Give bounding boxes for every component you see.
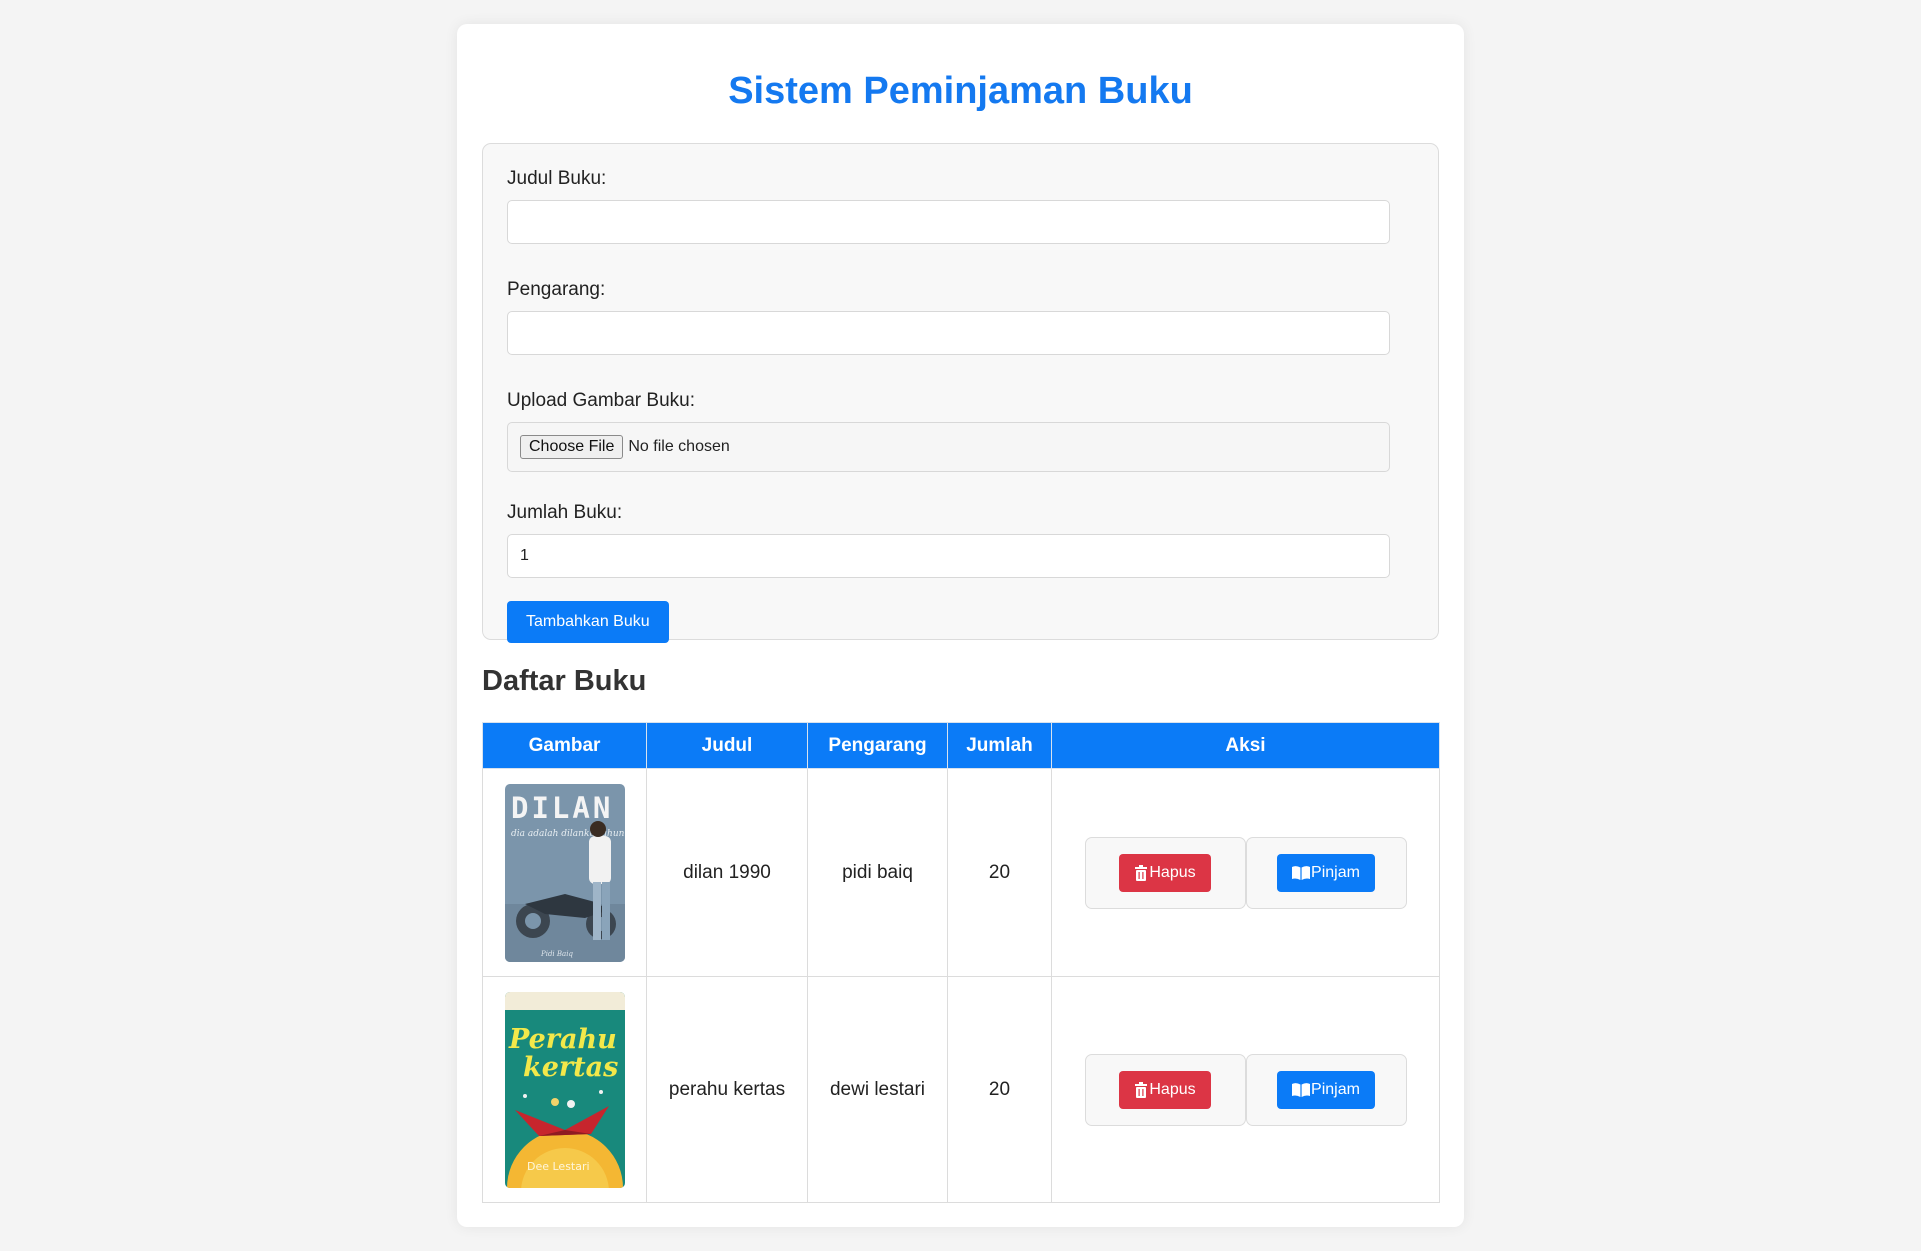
- trash-icon: [1135, 1081, 1148, 1098]
- file-status: No file chosen: [628, 438, 730, 455]
- perahu-cover-title-1: Perahu: [508, 1024, 617, 1055]
- main-card: Sistem Peminjaman Buku Judul Buku: Penga…: [457, 24, 1464, 1227]
- pengarang-cell: dewi lestari: [807, 976, 948, 1203]
- hapus-button[interactable]: Hapus: [1119, 1070, 1211, 1109]
- page-title: Sistem Peminjaman Buku: [728, 70, 1193, 112]
- table-row: DILAN dia adalah dilanku tahun 1990 Pidi…: [482, 768, 1440, 977]
- add-book-form: Judul Buku: Pengarang: Upload Gambar Buk…: [482, 143, 1439, 643]
- perahu-kertas-cover-art: Perahu kertas Dee Lestari: [504, 991, 625, 1188]
- hapus-form: Hapus: [1084, 836, 1246, 909]
- table-row: Perahu kertas Dee Lestari perahu kertas: [482, 976, 1440, 1203]
- dilan-cover-signature: Pidi Baiq: [540, 950, 573, 958]
- perahu-cover-author: Dee Lestari: [527, 1160, 590, 1173]
- pinjam-label: Pinjam: [1311, 863, 1360, 881]
- pinjam-form: Pinjam: [1245, 836, 1407, 909]
- pengarang-input[interactable]: [507, 311, 1390, 355]
- book-cover-image: Perahu kertas Dee Lestari: [504, 991, 625, 1188]
- action-group: Hapus Pinjam: [1052, 1053, 1439, 1126]
- add-book-button[interactable]: Tambahkan Buku: [507, 601, 669, 643]
- pinjam-button[interactable]: Pinjam: [1277, 853, 1375, 892]
- judul-cell: dilan 1990: [646, 768, 808, 977]
- col-aksi: Aksi: [1051, 722, 1440, 769]
- hapus-label: Hapus: [1149, 1080, 1196, 1098]
- pinjam-form: Pinjam: [1245, 1053, 1407, 1126]
- dilan-cover-title: DILAN: [511, 791, 613, 825]
- pengarang-group: Pengarang:: [507, 279, 1390, 355]
- pinjam-button[interactable]: Pinjam: [1277, 1070, 1375, 1109]
- action-group: Hapus Pinjam: [1052, 836, 1439, 909]
- pengarang-cell: pidi baiq: [807, 768, 948, 977]
- judul-input[interactable]: [507, 200, 1390, 244]
- book-table: Gambar Judul Pengarang Jumlah Aksi DILAN…: [482, 722, 1440, 1203]
- book-open-icon: [1292, 865, 1311, 880]
- cover-cell: DILAN dia adalah dilanku tahun 1990 Pidi…: [482, 768, 647, 977]
- hapus-button[interactable]: Hapus: [1119, 853, 1211, 892]
- list-title: Daftar Buku: [482, 665, 647, 697]
- jumlah-cell: 20: [947, 976, 1052, 1203]
- dilan-cover-art: DILAN dia adalah dilanku tahun 1990 Pidi…: [504, 783, 625, 962]
- judul-cell: perahu kertas: [646, 976, 808, 1203]
- book-open-icon: [1292, 1082, 1311, 1097]
- jumlah-group: Jumlah Buku:: [507, 502, 1390, 578]
- col-jumlah: Jumlah: [947, 722, 1052, 769]
- jumlah-input[interactable]: [507, 534, 1390, 578]
- col-judul: Judul: [646, 722, 808, 769]
- col-gambar: Gambar: [482, 722, 647, 769]
- trash-icon: [1135, 864, 1148, 881]
- table-header-row: Gambar Judul Pengarang Jumlah Aksi: [482, 722, 1440, 769]
- gambar-group: Upload Gambar Buku: Choose File No file …: [507, 390, 1390, 472]
- jumlah-cell: 20: [947, 768, 1052, 977]
- file-upload-field: Choose File No file chosen: [507, 422, 1390, 472]
- aksi-cell: Hapus Pinjam: [1051, 768, 1440, 977]
- perahu-cover-title-2: kertas: [523, 1052, 618, 1083]
- col-pengarang: Pengarang: [807, 722, 948, 769]
- gambar-label: Upload Gambar Buku:: [507, 390, 695, 411]
- book-cover-image: DILAN dia adalah dilanku tahun 1990 Pidi…: [504, 783, 625, 962]
- pengarang-label: Pengarang:: [507, 279, 606, 300]
- hapus-form: Hapus: [1084, 1053, 1246, 1126]
- aksi-cell: Hapus Pinjam: [1051, 976, 1440, 1203]
- judul-label: Judul Buku:: [507, 168, 607, 189]
- cover-cell: Perahu kertas Dee Lestari: [482, 976, 647, 1203]
- choose-file-button[interactable]: Choose File: [520, 435, 624, 459]
- jumlah-label: Jumlah Buku:: [507, 502, 623, 523]
- judul-group: Judul Buku:: [507, 168, 1390, 244]
- pinjam-label: Pinjam: [1311, 1080, 1360, 1098]
- hapus-label: Hapus: [1149, 863, 1196, 881]
